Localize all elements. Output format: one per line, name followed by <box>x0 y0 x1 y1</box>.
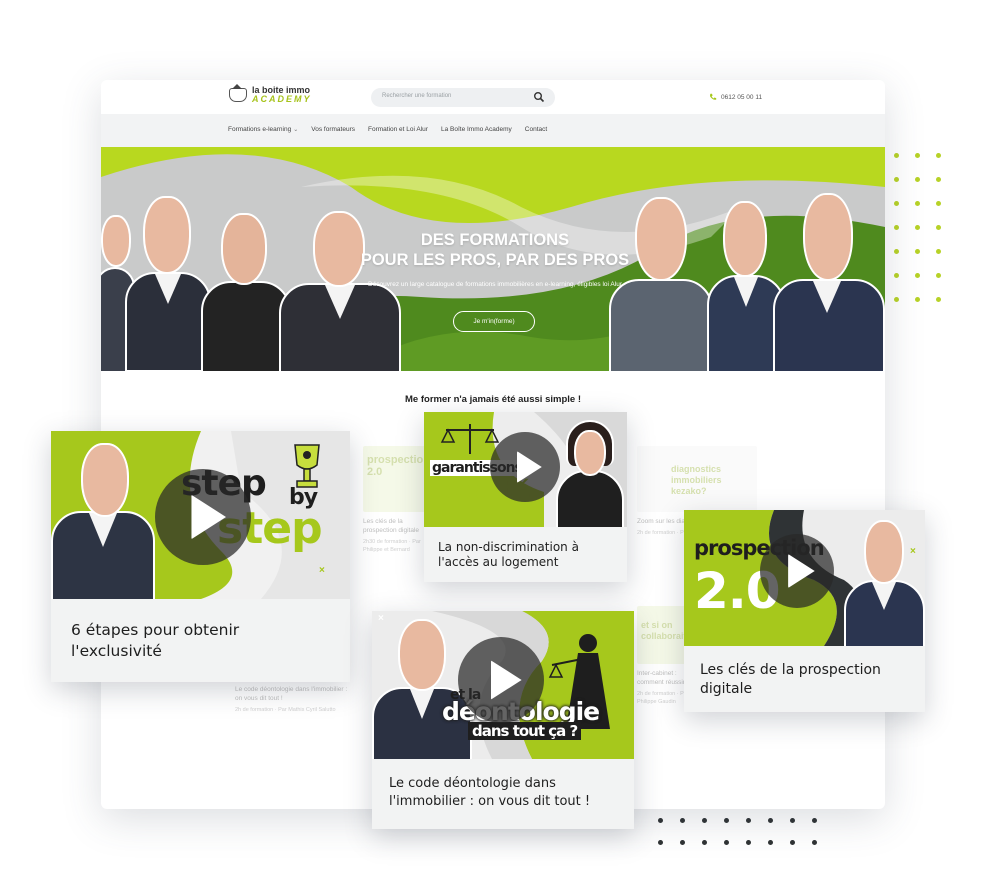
card-title-line2: digitale <box>700 681 753 697</box>
phone-link[interactable]: 0612 05 00 11 <box>709 93 762 101</box>
decorative-dots-dark <box>658 818 817 845</box>
site-header: la boite immo ACADEMY Rechercher une for… <box>101 80 885 114</box>
nav-item-formateurs[interactable]: Vos formateurs <box>311 126 355 133</box>
nav-item-label: Formations e-learning <box>228 126 292 133</box>
site-logo[interactable]: la boite immo ACADEMY <box>229 86 312 104</box>
hero-subtitle: Découvrez un large catalogue de formatio… <box>368 281 622 288</box>
close-icon[interactable]: × <box>378 613 384 624</box>
video-card-step-by-step[interactable]: step by step × 6 étapes pour obtenir l'e… <box>51 431 350 682</box>
search-input[interactable]: Rechercher une formation <box>371 88 555 107</box>
video-card-deontologie[interactable]: × et la déontologie dans tout ça ? Le co… <box>372 611 634 829</box>
card-title-line1: La non-discrimination à <box>438 540 579 554</box>
nav-item-loi-alur[interactable]: Formation et Loi Alur <box>368 126 428 133</box>
hero-banner: DES FORMATIONS POUR LES PROS, PAR DES PR… <box>101 147 885 371</box>
academy-hat-icon <box>229 88 247 102</box>
card-thumbnail: garantissons l'égalité <box>424 412 627 527</box>
play-button[interactable] <box>458 637 544 723</box>
nav-item-academy[interactable]: La Boîte Immo Academy <box>441 126 512 133</box>
card-title-line1: Les clés de la prospection <box>700 662 881 678</box>
card-thumbnail: step by step × <box>51 431 350 599</box>
card-title-line2: l'accès au logement <box>438 555 559 569</box>
chevron-down-icon: ⌄ <box>293 127 299 133</box>
trainer-photo <box>844 520 925 646</box>
trainer-photo <box>773 187 885 371</box>
card-title-line1: Le code déontologie dans <box>389 776 556 791</box>
trainer-photo <box>51 443 155 599</box>
trainer-photo <box>556 420 624 527</box>
main-nav: Formations e-learning ⌄ Vos formateurs Fo… <box>101 114 885 147</box>
trainer-photo <box>199 207 291 371</box>
card-title: Les clés de la prospection digitale <box>363 518 420 534</box>
card-title-line2: l'exclusivité <box>71 642 162 660</box>
hero-cta-button[interactable]: Je m'in(forme) <box>453 311 535 332</box>
card-title-line1: 6 étapes pour obtenir <box>71 621 240 639</box>
card-caption: Le code déontologie dans l'immobilier : … <box>372 759 634 829</box>
logo-line2: ACADEMY <box>252 94 312 104</box>
thumbnail-text: diagnostics immobiliers kezako? <box>671 464 722 496</box>
card-meta: 2h de formation · Par Mathis Cyril Salut… <box>235 707 336 713</box>
catalogue-card[interactable]: prospection 2.0 Les clés de la prospecti… <box>363 446 430 554</box>
play-button[interactable] <box>760 534 834 608</box>
card-meta: 2h30 de formation · Par Philippe et Bern… <box>363 539 421 553</box>
thumbnail-text: prospection 2.0 <box>367 454 430 478</box>
search-placeholder: Rechercher une formation <box>382 93 452 99</box>
thumbnail-text: dans tout ça ? <box>468 722 582 740</box>
card-thumbnail: × et la déontologie dans tout ça ? <box>372 611 634 759</box>
decorative-dots-green <box>894 153 941 302</box>
scales-icon <box>440 424 500 454</box>
card-caption: 6 étapes pour obtenir l'exclusivité <box>51 599 350 682</box>
trainer-photo <box>121 192 211 371</box>
search-icon[interactable] <box>533 91 545 103</box>
hero-title-line1: DES FORMATIONS <box>420 231 570 249</box>
section-title: Me former n'a jamais été aussi simple ! <box>405 394 581 405</box>
sparkle-icon: × <box>910 546 916 557</box>
hero-title-line2: POUR LES PROS, PAR DES PROS <box>360 251 630 269</box>
video-card-prospection[interactable]: prospection 2.0 × Les clés de la prospec… <box>684 510 925 712</box>
card-title: Le code déontologie dans l'immobilier : … <box>235 686 348 702</box>
nav-item-contact[interactable]: Contact <box>525 126 547 133</box>
hero-title: DES FORMATIONS POUR LES PROS, PAR DES PR… <box>301 230 689 270</box>
nav-item-formations[interactable]: Formations e-learning ⌄ <box>228 126 298 133</box>
card-thumbnail: diagnostics immobiliers kezako? <box>637 446 757 512</box>
phone-number: 0612 05 00 11 <box>721 93 763 101</box>
phone-icon <box>709 93 717 100</box>
play-button[interactable] <box>490 432 560 502</box>
play-button[interactable] <box>155 469 251 565</box>
card-caption: Les clés de la prospection digitale <box>684 646 925 712</box>
catalogue-card[interactable]: Le code déontologie dans l'immobilier : … <box>235 680 355 714</box>
sparkle-icon: × <box>319 565 325 576</box>
card-thumbnail: prospection 2.0 <box>363 446 430 512</box>
card-caption: La non-discrimination à l'accès au logem… <box>424 527 627 582</box>
card-title-line2: l'immobilier : on vous dit tout ! <box>389 794 591 809</box>
card-thumbnail: prospection 2.0 × <box>684 510 925 646</box>
video-card-non-discrimination[interactable]: garantissons l'égalité La non-discrimina… <box>424 412 627 582</box>
